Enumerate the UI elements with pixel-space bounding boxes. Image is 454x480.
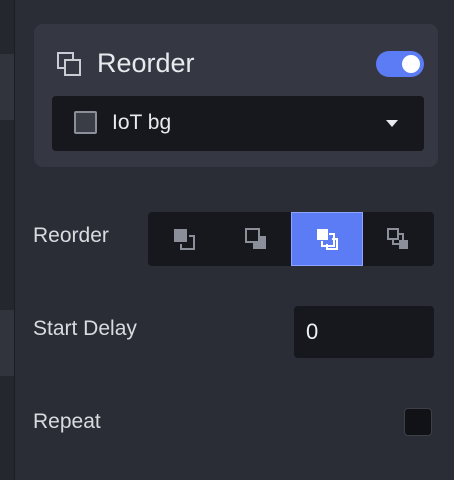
dropdown-value: IoT bg	[112, 111, 172, 134]
adjacent-panel-tab[interactable]	[0, 310, 14, 376]
square-swatch-icon	[74, 111, 97, 134]
adjacent-panel-tab[interactable]	[0, 54, 14, 120]
start-delay-input[interactable]: 0	[294, 306, 434, 358]
reorder-card: Reorder IoT bg	[34, 24, 438, 167]
target-layer-dropdown[interactable]: IoT bg	[52, 96, 424, 151]
start-delay-label: Start Delay	[33, 317, 137, 340]
start-delay-value: 0	[306, 319, 319, 344]
send-backward-icon	[245, 228, 266, 249]
send-backward-button[interactable]	[220, 212, 292, 266]
card-title: Reorder	[97, 48, 195, 78]
toggle-knob	[402, 55, 420, 73]
bring-forward-button[interactable]	[148, 212, 220, 266]
adjacent-panel-edge	[0, 0, 14, 480]
repeat-checkbox[interactable]	[404, 408, 432, 436]
properties-panel: Reorder IoT bg Reorder Start Delay 0 Rep…	[15, 0, 454, 480]
bring-forward-icon	[174, 229, 195, 250]
enable-toggle[interactable]	[376, 51, 424, 77]
layers-icon	[56, 51, 82, 77]
send-to-back-icon	[387, 228, 408, 249]
bring-to-front-icon	[317, 229, 338, 250]
reorder-label: Reorder	[33, 224, 109, 247]
bring-to-front-button[interactable]	[291, 212, 363, 266]
caret-down-icon	[386, 120, 398, 127]
send-to-back-button[interactable]	[362, 212, 434, 266]
repeat-label: Repeat	[33, 410, 101, 433]
reorder-segmented-control	[148, 212, 434, 266]
